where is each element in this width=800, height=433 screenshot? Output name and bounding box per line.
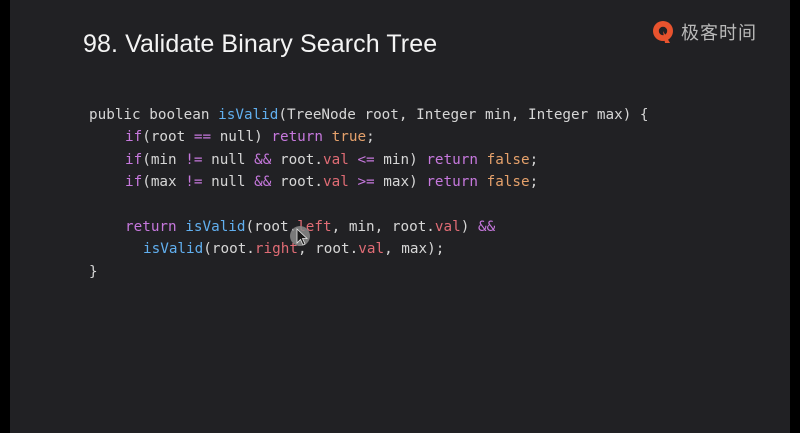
- code-token: (min: [142, 151, 186, 168]
- mouse-cursor-icon: [290, 226, 310, 246]
- code-token: isValid: [143, 241, 204, 258]
- code-token: ;: [366, 129, 375, 146]
- code-token: null: [202, 151, 255, 168]
- code-line: if(root == null) return true;: [89, 126, 649, 148]
- code-token: public boolean: [89, 107, 219, 123]
- code-token: root.: [271, 151, 324, 168]
- code-token: (root.: [203, 241, 255, 258]
- code-token: ;: [529, 174, 539, 191]
- code-token: <=: [357, 151, 375, 168]
- code-token: val: [434, 218, 461, 235]
- code-token: return: [426, 151, 478, 168]
- code-token: ): [460, 218, 478, 235]
- code-token: isValid: [185, 218, 246, 235]
- code-token: val: [323, 151, 349, 168]
- code-line: if(max != null && root.val >= max) retur…: [89, 171, 649, 193]
- code-token: max): [374, 174, 427, 191]
- code-token: &&: [254, 174, 272, 191]
- code-token: true: [331, 129, 367, 146]
- brand-name: 极客时间: [681, 23, 757, 44]
- code-token: min): [374, 151, 427, 168]
- code-token: isValid: [218, 107, 279, 123]
- code-token: , min, root.: [331, 218, 435, 235]
- slide-title: 98. Validate Binary Search Tree: [83, 30, 438, 58]
- code-token: !=: [185, 174, 203, 191]
- code-token: &&: [477, 218, 496, 235]
- code-token: if: [125, 151, 143, 168]
- code-token: false: [486, 151, 530, 168]
- code-token: ==: [193, 129, 212, 146]
- code-line: return isValid(root.left, min, root.val)…: [89, 216, 649, 238]
- code-token: return: [426, 174, 478, 191]
- code-line: }: [89, 261, 649, 283]
- code-token: if: [125, 174, 143, 191]
- code-token: false: [486, 174, 530, 191]
- code-token: !=: [185, 151, 203, 168]
- code-token: root.: [271, 174, 324, 191]
- code-token: , max);: [384, 241, 445, 258]
- code-token: return: [125, 218, 177, 235]
- code-token: (root: [142, 129, 194, 146]
- code-token: (max: [142, 174, 186, 191]
- code-token: if: [125, 129, 143, 146]
- code-line: isValid(root.right, root.val, max);: [89, 238, 649, 260]
- brand-logo: 极客时间: [650, 18, 757, 46]
- code-token: }: [89, 263, 98, 280]
- code-token: val: [323, 174, 349, 191]
- code-block: public boolean isValid(TreeNode root, In…: [89, 104, 649, 283]
- code-token: >=: [357, 174, 375, 191]
- code-token: null: [202, 174, 255, 191]
- code-token: &&: [254, 151, 272, 168]
- geektime-logo-icon: [653, 21, 673, 43]
- code-line: if(min != null && root.val <= min) retur…: [89, 149, 649, 171]
- code-line: public boolean isValid(TreeNode root, In…: [89, 104, 649, 126]
- code-token: ;: [529, 151, 539, 168]
- code-token: return: [271, 129, 324, 146]
- code-token: (TreeNode root, Integer min, Integer max…: [278, 107, 649, 123]
- slide: 98. Validate Binary Search Tree 极客时间 pub…: [10, 0, 790, 433]
- code-token: val: [358, 241, 385, 258]
- code-token: null): [211, 129, 272, 146]
